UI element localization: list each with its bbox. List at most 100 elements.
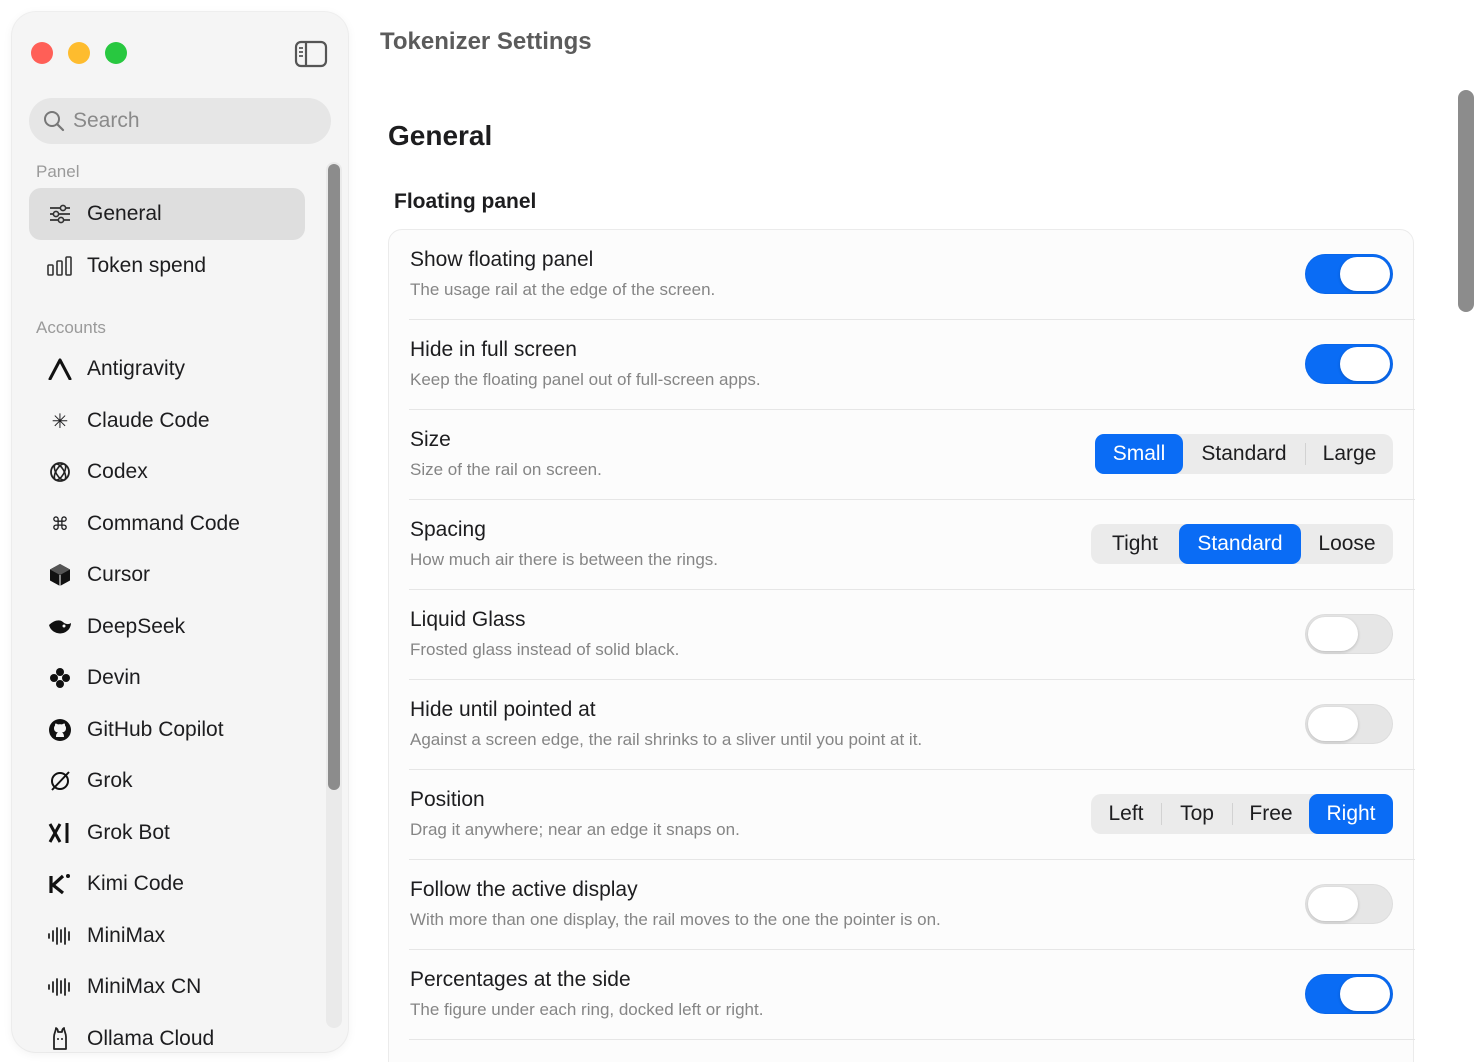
section-label-accounts: Accounts xyxy=(36,318,106,337)
spacing-option-standard[interactable]: Standard xyxy=(1179,524,1301,564)
toggle-knob xyxy=(1340,347,1390,381)
setting-title: Percentages at the side xyxy=(410,968,631,991)
size-option-small[interactable]: Small xyxy=(1095,434,1183,474)
setting-title: Liquid Glass xyxy=(410,608,526,631)
toggle-knob xyxy=(1308,887,1358,921)
sliders-icon xyxy=(47,201,73,227)
main-scrollbar[interactable] xyxy=(1456,88,1476,1062)
setting-title: Follow the active display xyxy=(410,878,638,901)
size-segmented-control: Small Standard Large xyxy=(1095,434,1393,474)
sidebar-item-token-spend[interactable]: Token spend xyxy=(29,240,305,292)
kimi-icon xyxy=(47,871,73,897)
sidebar-item-label: Grok Bot xyxy=(87,821,170,844)
percentages-at-side-toggle[interactable] xyxy=(1305,974,1393,1014)
setting-description: How much air there is between the rings. xyxy=(410,550,719,569)
bar-chart-icon xyxy=(47,253,73,279)
search-icon xyxy=(44,111,65,132)
window-title: Tokenizer Settings xyxy=(380,28,592,55)
setting-title: Show floating panel xyxy=(410,248,594,271)
sidebar-item-grok[interactable]: Grok xyxy=(29,755,305,807)
setting-title: Hide in full screen xyxy=(410,338,577,361)
sidebar-item-cursor[interactable]: Cursor xyxy=(29,549,305,601)
sidebar-item-minimax[interactable]: MiniMax xyxy=(29,910,305,962)
follow-active-display-toggle[interactable] xyxy=(1305,884,1393,924)
devin-flower-icon xyxy=(47,665,73,691)
sidebar-item-label: Command Code xyxy=(87,512,240,535)
setting-row-position: Position Drag it anywhere; near an edge … xyxy=(409,770,1415,860)
waveform-icon xyxy=(47,974,73,1000)
setting-row-follow-active-display: Follow the active display With more than… xyxy=(409,860,1415,950)
grok-icon xyxy=(47,768,73,794)
size-option-large[interactable]: Large xyxy=(1306,434,1393,474)
sidebar-item-label: Ollama Cloud xyxy=(87,1027,215,1050)
position-option-right[interactable]: Right xyxy=(1309,794,1393,834)
sidebar-item-antigravity[interactable]: Antigravity xyxy=(29,343,305,395)
toggle-knob xyxy=(1308,617,1358,651)
spacing-option-loose[interactable]: Loose xyxy=(1301,524,1393,564)
sidebar-item-command-code[interactable]: ⌘ Command Code xyxy=(29,498,305,550)
setting-description: Against a screen edge, the rail shrinks … xyxy=(410,730,923,749)
close-window-button[interactable] xyxy=(31,42,53,64)
page-title: General xyxy=(388,120,493,151)
main-scrollbar-thumb[interactable] xyxy=(1458,90,1474,312)
sidebar-item-label: DeepSeek xyxy=(87,615,186,638)
setting-title: Hide until pointed at xyxy=(410,698,596,721)
setting-row-hide-until-pointed-at: Hide until pointed at Against a screen e… xyxy=(409,680,1415,770)
sidebar: Panel General xyxy=(12,12,348,1052)
sidebar-item-label: General xyxy=(87,202,162,225)
openai-knot-icon xyxy=(47,459,73,485)
size-option-standard[interactable]: Standard xyxy=(1183,434,1305,474)
toggle-knob xyxy=(1340,257,1390,291)
sidebar-item-codex[interactable]: Codex xyxy=(29,446,305,498)
hide-in-full-screen-toggle[interactable] xyxy=(1305,344,1393,384)
sidebar-item-minimax-cn[interactable]: MiniMax CN xyxy=(29,961,305,1013)
sidebar-item-label: Devin xyxy=(87,666,141,689)
sidebar-item-label: GitHub Copilot xyxy=(87,718,224,741)
search-field[interactable] xyxy=(29,98,331,144)
sidebar-item-devin[interactable]: Devin xyxy=(29,652,305,704)
setting-title: Spacing xyxy=(410,518,486,541)
search-input[interactable] xyxy=(73,109,313,133)
sidebar-item-grok-bot[interactable]: Grok Bot xyxy=(29,807,305,859)
hide-until-pointed-at-toggle[interactable] xyxy=(1305,704,1393,744)
position-segmented-control: Left Top Free Right xyxy=(1091,794,1393,834)
spacing-option-tight[interactable]: Tight xyxy=(1091,524,1179,564)
sidebar-item-kimi-code[interactable]: Kimi Code xyxy=(29,858,305,910)
minimize-window-button[interactable] xyxy=(68,42,90,64)
position-option-left[interactable]: Left xyxy=(1091,794,1161,834)
group-heading: Floating panel xyxy=(394,190,537,213)
sidebar-item-ollama-cloud[interactable]: Ollama Cloud xyxy=(29,1013,305,1052)
zoom-window-button[interactable] xyxy=(105,42,127,64)
position-option-free[interactable]: Free xyxy=(1233,794,1309,834)
setting-description: Frosted glass instead of solid black. xyxy=(410,640,680,659)
cursor-cube-icon xyxy=(47,562,73,588)
setting-row-show-floating-panel: Show floating panel The usage rail at th… xyxy=(409,230,1415,320)
sidebar-item-label: Antigravity xyxy=(87,357,186,380)
sidebar-item-label: Grok xyxy=(87,769,133,792)
position-option-top[interactable]: Top xyxy=(1162,794,1232,834)
sidebar-scrollbar-thumb[interactable] xyxy=(328,164,340,790)
setting-description: Drag it anywhere; near an edge it snaps … xyxy=(410,820,740,839)
spacing-segmented-control: Tight Standard Loose xyxy=(1091,524,1393,564)
setting-description: Keep the floating panel out of full-scre… xyxy=(410,370,761,389)
settings-window: Panel General xyxy=(0,0,1480,1062)
liquid-glass-toggle[interactable] xyxy=(1305,614,1393,654)
command-key-icon: ⌘ xyxy=(51,513,69,535)
setting-row-size: Size Size of the rail on screen. Small S… xyxy=(409,410,1415,500)
sidebar-scrollbar[interactable] xyxy=(326,162,342,1028)
toggle-knob xyxy=(1340,977,1390,1011)
section-label-panel: Panel xyxy=(36,162,80,181)
github-icon xyxy=(47,717,73,743)
sidebar-toggle-icon[interactable] xyxy=(294,40,328,68)
show-floating-panel-toggle[interactable] xyxy=(1305,254,1393,294)
setting-description: The figure under each ring, docked left … xyxy=(410,1000,764,1019)
sidebar-item-general[interactable]: General xyxy=(29,188,305,240)
sidebar-item-claude-code[interactable]: ✳ Claude Code xyxy=(29,395,305,447)
setting-title: Position xyxy=(410,788,485,811)
sidebar-item-github-copilot[interactable]: GitHub Copilot xyxy=(29,704,305,756)
setting-description: With more than one display, the rail mov… xyxy=(410,910,941,929)
setting-title: Size xyxy=(410,428,451,451)
setting-row-spacing: Spacing How much air there is between th… xyxy=(409,500,1415,590)
sidebar-item-deepseek[interactable]: DeepSeek xyxy=(29,601,305,653)
sidebar-item-label: Cursor xyxy=(87,563,151,586)
